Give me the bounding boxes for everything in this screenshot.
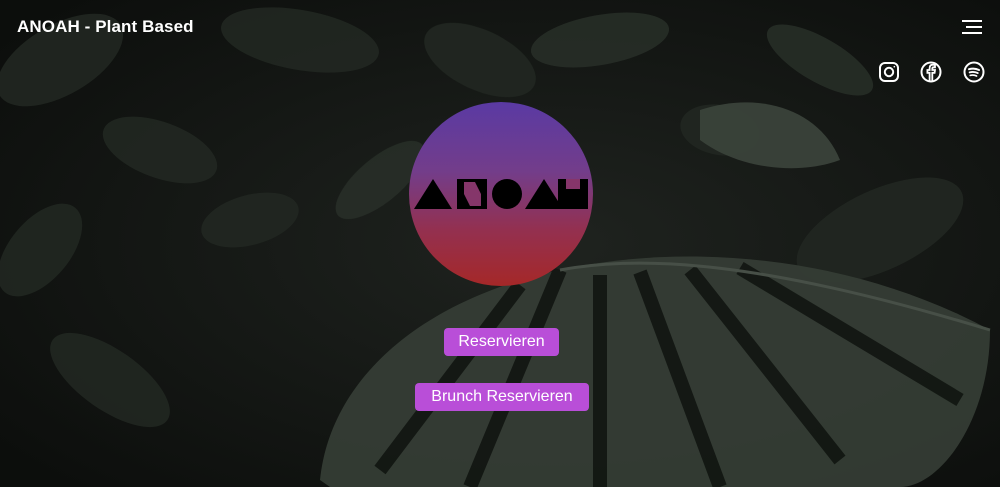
spotify-icon[interactable] [962, 60, 986, 84]
anoah-logo [409, 102, 593, 286]
brunch-reserve-button[interactable]: Brunch Reservieren [415, 383, 589, 411]
anoah-logo-mark [414, 179, 588, 209]
reserve-button[interactable]: Reservieren [444, 328, 559, 356]
facebook-icon[interactable] [919, 60, 943, 84]
hamburger-menu-icon[interactable] [962, 18, 984, 36]
instagram-icon[interactable] [877, 60, 901, 84]
site-title[interactable]: ANOAH - Plant Based [17, 17, 194, 37]
